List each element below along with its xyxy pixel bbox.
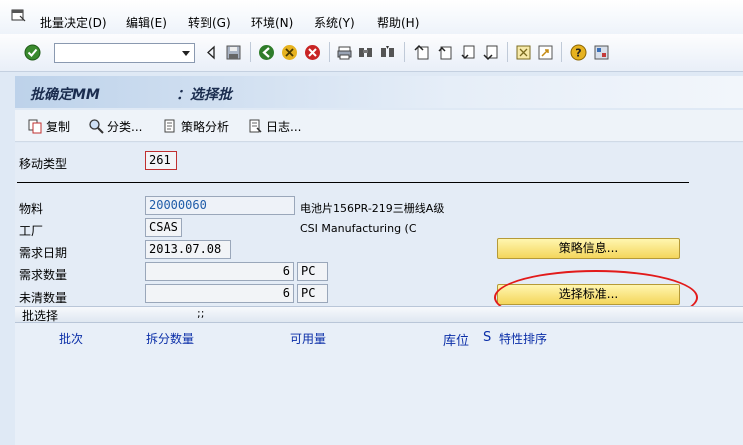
menu-edit[interactable]: 编辑(E)	[126, 14, 167, 31]
previous-page-icon[interactable]	[437, 44, 454, 61]
save-icon[interactable]	[225, 44, 242, 61]
svg-text:?: ?	[575, 47, 581, 60]
requirement-quantity-field[interactable]: 6	[145, 262, 294, 281]
log-button-label: 日志...	[266, 119, 302, 134]
column-header-storage-location[interactable]: 库位	[443, 330, 469, 349]
open-quantity-field[interactable]: 6	[145, 284, 294, 303]
column-header-split-quantity[interactable]: 拆分数量	[146, 330, 194, 347]
title-bar	[15, 76, 743, 108]
requirement-date-field[interactable]: 2013.07.08	[145, 240, 231, 259]
strategy-analysis-icon	[164, 119, 175, 133]
column-header-batch[interactable]: 批次	[59, 330, 83, 347]
generate-shortcut-icon[interactable]	[537, 44, 554, 61]
plant-field[interactable]: CSAS	[145, 218, 182, 237]
movement-type-label: 移动类型	[19, 157, 68, 171]
copy-icon	[28, 119, 42, 134]
column-header-s[interactable]: S	[483, 330, 491, 345]
menu-window-icon[interactable]	[11, 9, 26, 22]
plant-label: 工厂	[19, 224, 44, 238]
classify-button[interactable]: 分类...	[88, 116, 142, 136]
plant-description: CSI Manufacturing (C	[300, 222, 417, 235]
print-icon[interactable]	[336, 44, 353, 61]
menu-batch-determination[interactable]: 批量决定(D)	[40, 14, 107, 31]
copy-button[interactable]: 复制	[27, 116, 70, 136]
requirement-quantity-unit[interactable]: PC	[297, 262, 328, 281]
menu-system[interactable]: 系统(Y)	[314, 14, 355, 31]
command-dropdown-icon[interactable]	[178, 44, 194, 62]
open-quantity-label: 未清数量	[19, 291, 68, 305]
find-next-icon[interactable]	[379, 44, 396, 61]
history-back-triangle-icon[interactable]	[203, 44, 220, 61]
help-icon[interactable]: ?	[570, 44, 587, 61]
back-icon[interactable]	[258, 44, 275, 61]
material-field[interactable]: 20000060	[145, 196, 295, 215]
page-title: 批确定MM	[30, 87, 100, 103]
requirement-quantity-label: 需求数量	[19, 268, 68, 282]
copy-button-label: 复制	[46, 119, 71, 134]
log-icon	[249, 119, 262, 133]
column-header-available-quantity[interactable]: 可用量	[290, 330, 326, 347]
batch-selection-header	[15, 306, 743, 323]
page-subtitle: ：选择批	[176, 87, 232, 103]
first-page-icon[interactable]	[414, 44, 431, 61]
strategy-info-button[interactable]: 策略信息...	[497, 238, 680, 259]
toolbar-separator	[507, 42, 508, 62]
find-icon[interactable]	[357, 44, 374, 61]
classify-icon	[89, 119, 104, 134]
toolbar-separator	[250, 42, 251, 62]
command-field[interactable]	[54, 43, 195, 63]
cancel-icon[interactable]	[304, 44, 321, 61]
menu-goto[interactable]: 转到(G)	[188, 14, 231, 31]
requirement-date-label: 需求日期	[19, 246, 68, 260]
movement-type-field[interactable]: 261	[145, 151, 177, 170]
create-session-icon[interactable]	[515, 44, 532, 61]
batch-selection-header-extra: ;;	[197, 307, 205, 320]
open-quantity-unit[interactable]: PC	[297, 284, 328, 303]
last-page-icon[interactable]	[483, 44, 500, 61]
toolbar-separator	[404, 42, 405, 62]
menu-bar	[0, 0, 743, 34]
menu-help[interactable]: 帮助(H)	[377, 14, 419, 31]
batch-selection-table[interactable]	[15, 323, 743, 445]
strategy-analysis-button-label: 策略分析	[181, 119, 230, 134]
toolbar-separator	[561, 42, 562, 62]
classify-button-label: 分类...	[107, 119, 143, 134]
strategy-analysis-button[interactable]: 策略分析	[162, 116, 229, 136]
material-label: 物料	[19, 202, 44, 216]
exit-icon[interactable]	[281, 44, 298, 61]
header-divider	[17, 182, 689, 183]
customize-layout-icon[interactable]	[593, 44, 610, 61]
column-header-characteristic-sort[interactable]: 特性排序	[499, 330, 547, 347]
enter-check-icon[interactable]	[24, 44, 41, 61]
batch-selection-title: 批选择	[22, 309, 59, 323]
toolbar-separator	[329, 42, 330, 62]
log-button[interactable]: 日志...	[247, 116, 301, 136]
menu-environment[interactable]: 环境(N)	[251, 14, 293, 31]
material-description: 电池片156PR-219三栅线A级	[300, 202, 445, 215]
next-page-icon[interactable]	[460, 44, 477, 61]
